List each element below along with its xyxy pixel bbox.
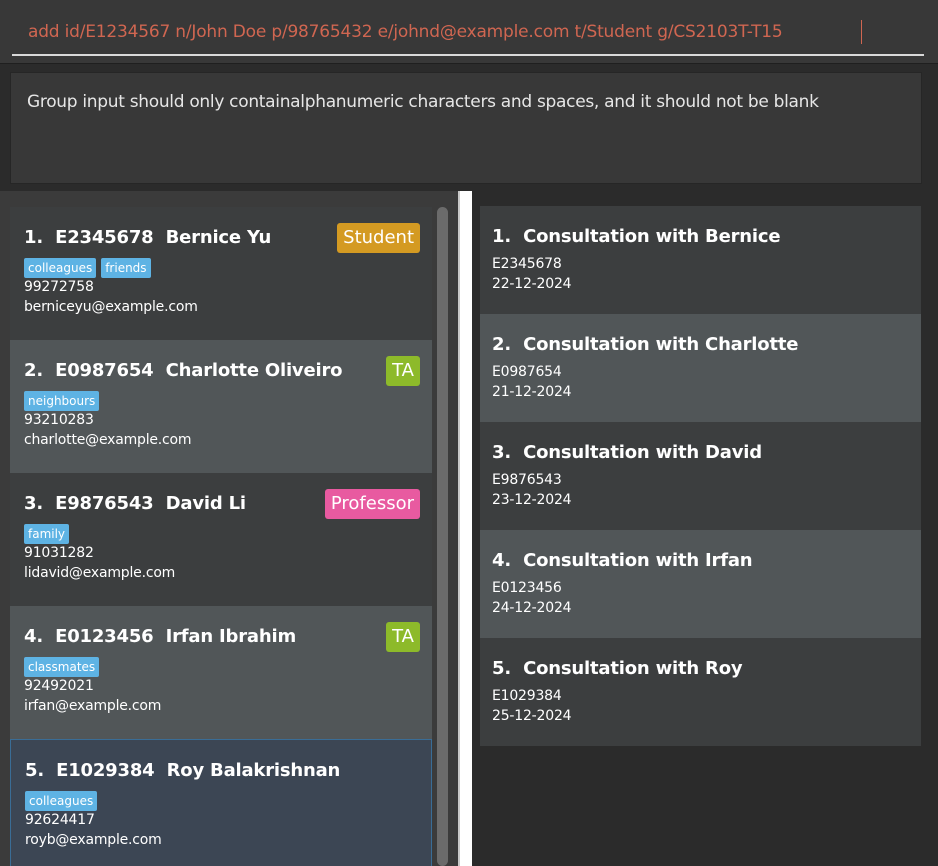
tag-list: family: [24, 523, 418, 544]
tag-list: colleagues friends: [24, 257, 418, 278]
appointment-card[interactable]: 3. Consultation with David E9876543 23-1…: [480, 422, 921, 530]
person-email: lidavid@example.com: [24, 565, 176, 581]
command-input[interactable]: [12, 10, 924, 56]
tag: classmates: [24, 657, 100, 677]
appointment-index: 3.: [492, 442, 511, 463]
person-index: 5.: [25, 760, 44, 781]
appointment-date: 25-12-2024: [492, 708, 572, 724]
person-email: berniceyu@example.com: [24, 299, 198, 315]
person-id: E2345678: [55, 227, 154, 248]
person-phone: 99272758: [24, 279, 94, 295]
person-phone: 91031282: [24, 545, 94, 561]
appointment-index: 4.: [492, 550, 511, 571]
split-pane-divider[interactable]: [458, 191, 472, 866]
tag: family: [24, 524, 70, 544]
appointment-card[interactable]: 5. Consultation with Roy E1029384 25-12-…: [480, 638, 921, 746]
appointment-title: 1. Consultation with Bernice: [492, 226, 909, 248]
tag: colleagues: [25, 791, 98, 811]
person-name: Roy Balakrishnan: [166, 760, 341, 781]
appointment-name: Consultation with Bernice: [523, 226, 781, 247]
person-index: 1.: [24, 227, 43, 248]
person-email: charlotte@example.com: [24, 432, 192, 448]
person-name: Bernice Yu: [165, 227, 272, 248]
role-badge: Student: [337, 223, 420, 253]
scrollbar-thumb[interactable]: [437, 207, 448, 866]
appointment-title: 3. Consultation with David: [492, 442, 909, 464]
person-title: 4. E0123456 Irfan Ibrahim: [24, 626, 418, 648]
person-title: 2. E0987654 Charlotte Oliveiro: [24, 360, 418, 382]
appointment-name: Consultation with Irfan: [523, 550, 753, 571]
result-display: Group input should only containalphanume…: [10, 72, 922, 184]
appointment-student-id: E2345678: [492, 256, 562, 272]
person-card-selected[interactable]: 5. E1029384 Roy Balakrishnan colleagues …: [10, 739, 432, 866]
person-index: 3.: [24, 493, 43, 514]
appointment-date: 22-12-2024: [492, 276, 572, 292]
tag: friends: [101, 258, 151, 278]
appointment-student-id: E9876543: [492, 472, 562, 488]
text-caret: [861, 20, 862, 44]
tag-list: neighbours: [24, 390, 418, 411]
role-badge: TA: [386, 622, 420, 652]
appointment-date: 23-12-2024: [492, 492, 572, 508]
appointment-name: Consultation with Roy: [523, 658, 743, 679]
tag-list: classmates: [24, 656, 418, 677]
result-display-container: Group input should only containalphanume…: [0, 64, 938, 191]
appointment-title: 4. Consultation with Irfan: [492, 550, 909, 572]
person-email: irfan@example.com: [24, 698, 162, 714]
appointment-card[interactable]: 4. Consultation with Irfan E0123456 24-1…: [480, 530, 921, 638]
person-phone: 92492021: [24, 678, 94, 694]
person-id: E0123456: [55, 626, 154, 647]
person-id: E9876543: [55, 493, 154, 514]
person-title: 5. E1029384 Roy Balakrishnan: [25, 760, 417, 782]
person-phone: 93210283: [24, 412, 94, 428]
person-list-scrollbar[interactable]: [434, 207, 450, 866]
appointment-index: 5.: [492, 658, 511, 679]
appointment-student-id: E0123456: [492, 580, 562, 596]
person-name: David Li: [165, 493, 246, 514]
person-card[interactable]: 2. E0987654 Charlotte Oliveiro TA neighb…: [10, 340, 432, 473]
appointment-index: 1.: [492, 226, 511, 247]
appointment-date: 24-12-2024: [492, 600, 572, 616]
command-box: [0, 0, 938, 64]
person-name: Charlotte Oliveiro: [165, 360, 343, 381]
appointment-index: 2.: [492, 334, 511, 355]
appointment-card[interactable]: 1. Consultation with Bernice E2345678 22…: [480, 206, 921, 314]
appointment-card[interactable]: 2. Consultation with Charlotte E0987654 …: [480, 314, 921, 422]
role-badge: Professor: [324, 489, 420, 519]
person-card[interactable]: 4. E0123456 Irfan Ibrahim TA classmates …: [10, 606, 432, 739]
person-list: 1. E2345678 Bernice Yu Student colleague…: [10, 207, 432, 866]
appointment-list: 1. Consultation with Bernice E2345678 22…: [480, 206, 921, 746]
appointment-student-id: E0987654: [492, 364, 562, 380]
tag: neighbours: [24, 391, 100, 411]
person-name: Irfan Ibrahim: [165, 626, 297, 647]
role-badge: TA: [386, 356, 420, 386]
appointment-student-id: E1029384: [492, 688, 562, 704]
appointment-list-panel: 1. Consultation with Bernice E2345678 22…: [472, 191, 938, 866]
appointment-title: 2. Consultation with Charlotte: [492, 334, 909, 356]
tag-list: colleagues: [25, 790, 417, 811]
appointment-date: 21-12-2024: [492, 384, 572, 400]
person-index: 4.: [24, 626, 43, 647]
tag: colleagues: [24, 258, 97, 278]
person-card[interactable]: 1. E2345678 Bernice Yu Student colleague…: [10, 207, 432, 340]
person-list-panel: 1. E2345678 Bernice Yu Student colleague…: [0, 191, 458, 866]
appointment-name: Consultation with David: [523, 442, 762, 463]
appointment-name: Consultation with Charlotte: [523, 334, 799, 355]
person-id: E1029384: [56, 760, 155, 781]
person-index: 2.: [24, 360, 43, 381]
person-email: royb@example.com: [25, 832, 162, 848]
person-id: E0987654: [55, 360, 154, 381]
person-phone: 92624417: [25, 812, 95, 828]
appointment-title: 5. Consultation with Roy: [492, 658, 909, 680]
person-card[interactable]: 3. E9876543 David Li Professor family 91…: [10, 473, 432, 606]
result-message: Group input should only containalphanume…: [27, 92, 819, 112]
